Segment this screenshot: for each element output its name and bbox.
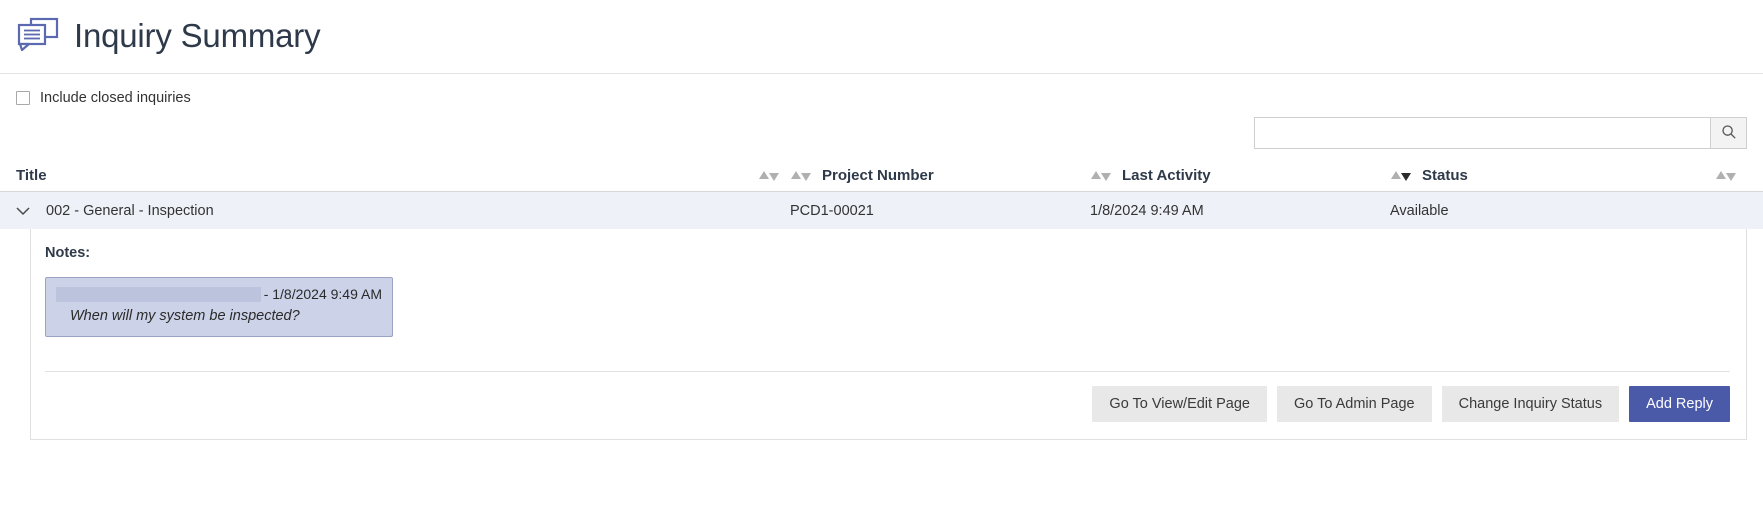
chevron-down-icon[interactable] (16, 206, 38, 216)
include-closed-checkbox[interactable] (16, 91, 30, 105)
search-input[interactable] (1254, 117, 1710, 149)
sort-both-icon[interactable] (758, 170, 780, 182)
row-status: Available (1390, 202, 1449, 219)
note-date: - 1/8/2024 9:49 AM (263, 286, 382, 302)
row-project-number: PCD1-00021 (790, 202, 874, 219)
column-header-status[interactable]: Status (1390, 167, 1747, 184)
inquiry-summary-page: Inquiry Summary Include closed inquiries… (0, 0, 1763, 511)
go-to-view-edit-page-button[interactable]: Go To View/Edit Page (1092, 386, 1267, 422)
inquiry-table: Title Project Number Last Activity Statu… (0, 162, 1763, 440)
row-last-activity: 1/8/2024 9:49 AM (1090, 202, 1204, 219)
detail-action-buttons: Go To View/Edit Page Go To Admin Page Ch… (1092, 386, 1730, 422)
note-body: When will my system be inspected? (70, 308, 300, 324)
column-header-project-number-label[interactable]: Project Number (822, 167, 934, 184)
row-title: 002 - General - Inspection (46, 202, 214, 219)
search-icon (1721, 124, 1737, 143)
column-header-status-label[interactable]: Status (1422, 167, 1468, 184)
note-author-redacted (56, 286, 261, 302)
sort-both-icon[interactable] (790, 170, 812, 182)
sort-desc-icon[interactable] (1390, 170, 1412, 182)
column-header-title[interactable]: Title (0, 167, 790, 184)
speech-bubbles-icon (16, 16, 60, 56)
sort-both-icon[interactable] (1090, 170, 1112, 182)
note-card: - 1/8/2024 9:49 AM When will my system b… (45, 277, 393, 337)
column-header-title-label[interactable]: Title (16, 167, 47, 184)
table-row[interactable]: 002 - General - Inspection PCD1-00021 1/… (0, 192, 1763, 229)
table-header-row: Title Project Number Last Activity Statu… (0, 162, 1763, 192)
page-title: Inquiry Summary (74, 17, 321, 54)
notes-label: Notes: (45, 245, 91, 261)
search-button[interactable] (1710, 117, 1747, 149)
filter-row: Include closed inquiries (0, 74, 1763, 108)
column-header-last-activity[interactable]: Last Activity (1090, 167, 1390, 184)
column-header-last-activity-label[interactable]: Last Activity (1122, 167, 1211, 184)
add-reply-button[interactable]: Add Reply (1629, 386, 1730, 422)
page-header: Inquiry Summary (0, 0, 1763, 74)
go-to-admin-page-button[interactable]: Go To Admin Page (1276, 386, 1432, 422)
note-header: - 1/8/2024 9:49 AM (56, 286, 382, 302)
column-header-project-number[interactable]: Project Number (790, 167, 1090, 184)
search-row (0, 108, 1763, 162)
include-closed-label[interactable]: Include closed inquiries (40, 90, 191, 106)
sort-both-icon-trailing[interactable] (1715, 170, 1737, 182)
search-group (1254, 117, 1747, 149)
detail-divider (45, 371, 1730, 372)
change-inquiry-status-button[interactable]: Change Inquiry Status (1441, 386, 1620, 422)
row-detail-panel: Notes: - 1/8/2024 9:49 AM When will my s… (30, 229, 1747, 440)
